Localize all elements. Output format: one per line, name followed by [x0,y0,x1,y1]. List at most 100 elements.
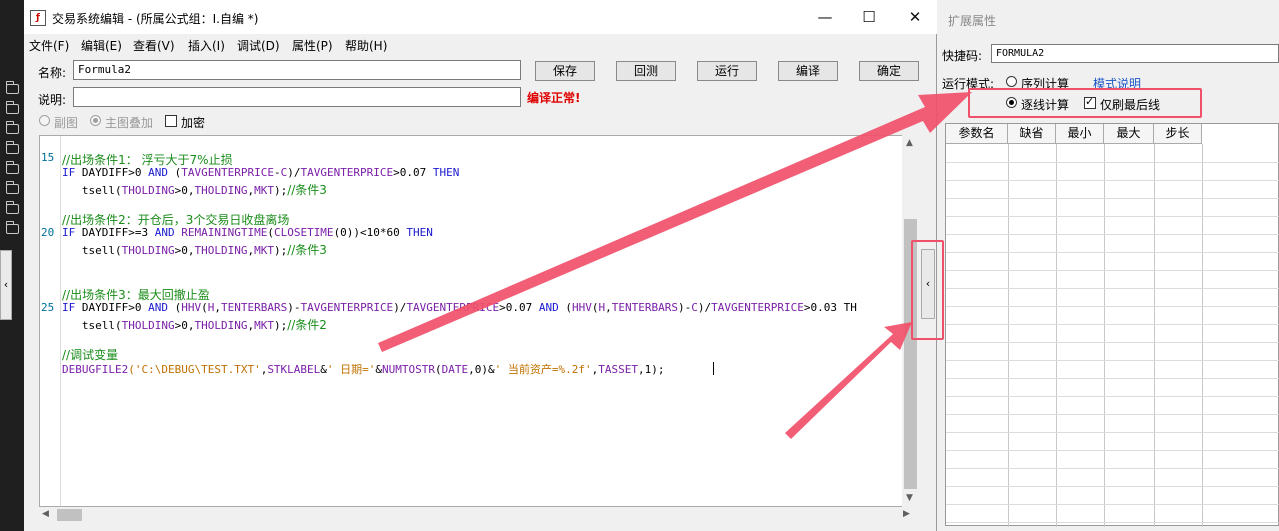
code-token: >0, [174,184,195,197]
panel-title: 扩展属性 [948,14,997,28]
code-token: TASSET [598,363,639,376]
code-token: ,1); [638,363,665,376]
menu-insert[interactable]: 插入(I) [188,37,225,54]
minimize-button[interactable]: — [814,8,836,26]
scroll-right-arrow-icon[interactable]: ▶ [903,509,910,519]
grid-row-line [946,288,1279,289]
code-line[interactable]: IF DAYDIFF>0 AND (TAVGENTERPRICE-C)/TAVG… [62,166,459,179]
code-token: HHV [572,301,592,314]
description-input[interactable] [73,87,521,107]
folder-icon [6,101,19,114]
ok-button[interactable]: 确定 [859,61,919,81]
code-token: DATE [441,363,469,376]
code-token: //条件3 [287,243,327,257]
grid-row-line [946,252,1279,253]
code-token: TAVGENTERPRICE [711,301,804,314]
shortcut-input[interactable]: FORMULA2 [991,44,1279,63]
code-line[interactable]: tsell(THOLDING>0,THOLDING,MKT);//条件3 [62,181,327,198]
code-line[interactable]: DEBUGFILE2('C:\DEBUG\TEST.TXT',STKLABEL&… [62,361,665,377]
menu-edit[interactable]: 编辑(E) [81,37,122,54]
code-token: ); [273,319,288,332]
line-number: 15 [41,151,55,164]
folder-icon [6,141,19,154]
grid-column-line [1154,144,1155,527]
encrypt-checkbox[interactable] [165,115,177,127]
grid-column-line [1056,144,1057,527]
parameter-grid[interactable]: 参数名 缺省 最小 最大 步长 [945,123,1279,527]
grid-row-line [946,270,1279,271]
code-token: THOLDING [121,244,175,257]
menu-properties[interactable]: 属性(P) [292,37,333,54]
column-header-min[interactable]: 最小 [1056,124,1104,144]
code-token: MKT [254,244,274,257]
name-input[interactable]: Formula2 [73,60,521,80]
horizontal-scrollbar[interactable]: ◀ ▶ [39,507,917,523]
code-token: IF [62,166,82,179]
grid-row-line [946,486,1279,487]
code-token: THEN [406,226,433,239]
main-overlay-radio[interactable] [90,115,101,126]
code-token: //出场条件1： 浮亏大于7%止损 [62,153,233,167]
column-header-step[interactable]: 步长 [1154,124,1202,144]
code-token: AND [538,301,559,314]
menu-bar: 文件(F) 编辑(E) 查看(V) 插入(I) 调试(D) 属性(P) 帮助(H… [24,34,937,54]
menu-help[interactable]: 帮助(H) [345,37,387,54]
column-header-default[interactable]: 缺省 [1008,124,1056,144]
code-token: THOLDING [121,184,175,197]
scroll-left-arrow-icon[interactable]: ◀ [42,509,49,519]
code-token: THEN [432,166,460,179]
description-label: 说明: [38,93,67,107]
code-line[interactable]: tsell(THOLDING>0,THOLDING,MKT);//条件2 [62,316,327,333]
sub-chart-radio[interactable] [39,115,50,126]
menu-file[interactable]: 文件(F) [29,37,69,54]
code-line[interactable]: IF DAYDIFF>=3 AND REMAININGTIME(CLOSETIM… [62,226,433,239]
maximize-button[interactable]: ☐ [858,8,880,26]
scroll-down-arrow-icon[interactable]: ▼ [906,493,913,503]
code-token: TAVGENTERPRICE [300,166,394,179]
code-token: //条件3 [287,183,327,197]
code-token: AND [148,301,168,314]
code-token: THOLDING [194,184,248,197]
code-token: NUMTOSTR [382,363,436,376]
code-token: DAYDIFF>=3 [81,226,155,239]
code-line[interactable]: tsell(THOLDING>0,THOLDING,MKT);//条件3 [62,241,327,258]
folder-icon [6,81,19,94]
close-button[interactable]: ✕ [904,8,926,26]
run-button[interactable]: 运行 [697,61,757,81]
title-bar: ƒ 交易系统编辑 - (所属公式组：I.自编 *) — ☐ ✕ [24,0,937,34]
code-token: MKT [254,319,274,332]
scroll-up-arrow-icon[interactable]: ▲ [906,138,913,148]
main-overlay-label: 主图叠加 [105,116,154,130]
code-token: tsell( [62,184,122,197]
code-editor[interactable]: 15 20 25 //出场条件1： 浮亏大于7%止损 IF DAYDIFF>0 A… [39,135,917,507]
sequence-calc-radio[interactable] [1006,76,1017,87]
menu-view[interactable]: 查看(V) [133,37,175,54]
save-button[interactable]: 保存 [535,61,595,81]
code-token: ' 当前资产=%.2f' [494,363,592,376]
grid-row-line [946,342,1279,343]
code-token: TAVGENTERPRICE [406,301,500,314]
code-line[interactable]: IF DAYDIFF>0 AND (HHV(H,TENTERBARS)-TAVG… [62,301,857,314]
horizontal-scroll-thumb[interactable] [57,509,82,521]
column-header-max[interactable]: 最大 [1104,124,1154,144]
grid-row-line [946,162,1279,163]
code-token: THOLDING [194,244,248,257]
left-collapse-button[interactable]: ‹ [0,250,12,320]
grid-row-line [946,198,1279,199]
code-token: TENTERBARS [611,301,679,314]
compile-status: 编译正常! [527,91,581,105]
column-header-param-name[interactable]: 参数名 [946,124,1008,144]
encrypt-label: 加密 [181,116,206,130]
grid-row-line [946,504,1279,505]
line-number: 25 [41,301,55,314]
code-token: DAYDIFF>0 [81,301,149,314]
menu-debug[interactable]: 调试(D) [237,37,280,54]
code-token: AND [154,226,175,239]
compile-button[interactable]: 编译 [778,61,838,81]
code-token: tsell( [62,319,122,332]
code-token: ( [201,301,208,314]
code-token: )/ [287,166,301,179]
grid-row-line [946,432,1279,433]
backtest-button[interactable]: 回测 [616,61,676,81]
chevron-left-icon: ‹ [3,278,9,291]
